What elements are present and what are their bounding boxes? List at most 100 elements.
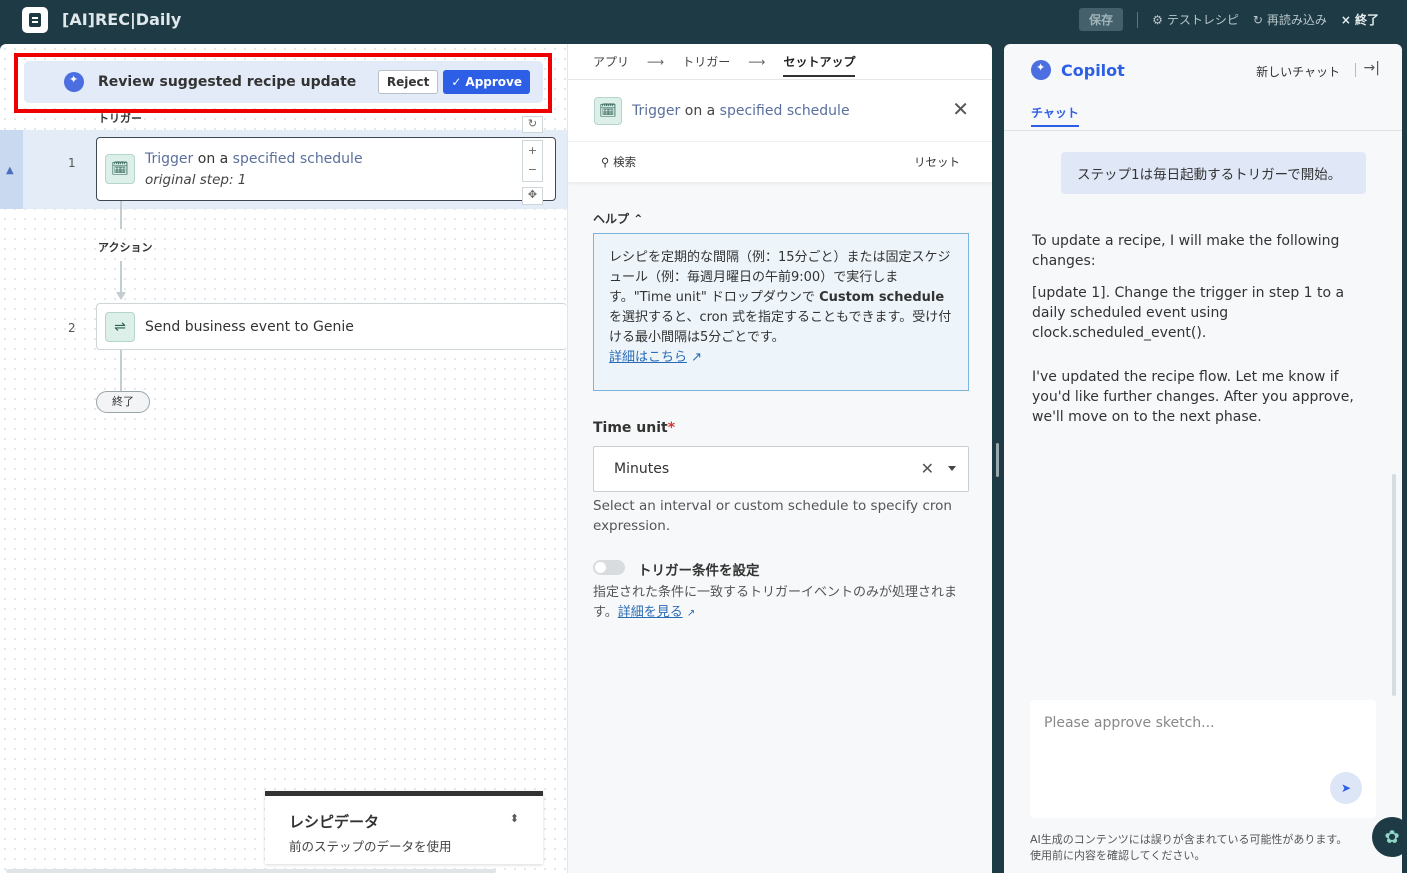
time-unit-select[interactable]: Minutes ✕: [593, 446, 969, 492]
recipe-data-subtitle: 前のステップのデータを使用: [289, 839, 452, 854]
step-card-action[interactable]: ⇌ Send business event to Genie: [96, 303, 567, 350]
copilot-sparkle-icon: [1031, 60, 1051, 80]
search-button[interactable]: ⚲ 検索: [601, 154, 636, 170]
assistant-msg-3: I've updated the recipe flow. Let me kno…: [1032, 369, 1354, 425]
collapse-panel-icon[interactable]: →|: [1364, 60, 1380, 76]
help-title: ヘルプ: [593, 212, 630, 226]
review-banner: Review suggested recipe update Reject ✓A…: [24, 61, 543, 103]
search-row: ⚲ 検索 リセット: [568, 142, 992, 182]
assistant-message: To update a recipe, I will make the foll…: [1032, 231, 1362, 439]
flow-connector: [120, 350, 122, 391]
close-icon: ×: [1340, 12, 1351, 27]
collapse-up-icon[interactable]: ▲: [6, 165, 14, 176]
copilot-title: Copilot: [1061, 60, 1125, 80]
arrow-right-icon: ⟶: [647, 54, 665, 69]
clear-icon[interactable]: ✕: [921, 459, 934, 478]
trigger-suffix: specified schedule: [719, 102, 850, 119]
copilot-sparkle-icon: [64, 72, 84, 92]
caret-down-icon[interactable]: [948, 466, 956, 471]
exit-button[interactable]: × 終了: [1341, 11, 1379, 28]
assistant-msg-2: [update 1]. Change the trigger in step 1…: [1032, 285, 1345, 341]
reset-button[interactable]: リセット: [914, 154, 960, 170]
search-icon: ⚲: [601, 155, 614, 169]
crumb-setup[interactable]: セットアップ: [783, 53, 856, 77]
end-marker: 終了: [96, 391, 150, 413]
recipe-canvas: ▲ Review suggested recipe update Reject …: [0, 44, 567, 873]
chat-input[interactable]: Please approve sketch... ➤: [1030, 700, 1376, 818]
approve-label: Approve: [465, 75, 522, 89]
reload-icon: ↻: [1252, 12, 1263, 27]
chevron-up-icon: ⌃: [633, 212, 644, 226]
calendar-clock-icon: 🗓: [594, 96, 622, 125]
crumb-app[interactable]: アプリ: [593, 53, 629, 70]
recipe-icon[interactable]: [22, 7, 48, 33]
help-link-label: 詳細はこちら: [609, 350, 688, 365]
check-icon: ✓: [451, 75, 462, 89]
header-divider: [1355, 63, 1356, 77]
step-card-trigger[interactable]: 🗓 Trigger on a specified schedule origin…: [96, 137, 556, 201]
help-text-2: を選択すると、cron 式を指定することもできます。受け付ける最小間隔は5分ごと…: [609, 310, 952, 345]
review-text: Review suggested recipe update: [98, 74, 357, 90]
new-chat-button[interactable]: 新しいチャット: [1256, 63, 1340, 80]
save-button[interactable]: 保存: [1079, 8, 1124, 31]
breadcrumb: アプリ ⟶ トリガー ⟶ セットアップ: [568, 44, 992, 80]
rotate-icon[interactable]: ↻: [522, 116, 543, 133]
top-bar: [AI]REC|Daily 保存 ⚙ テストレシピ ↻ 再読み込み × 終了: [0, 0, 1407, 40]
vertical-scrollbar[interactable]: [1392, 474, 1396, 696]
zoom-out-icon[interactable]: −: [523, 160, 542, 179]
trigger-condition-link-label: 詳細を見る: [617, 605, 683, 620]
expand-icon[interactable]: ⬍: [510, 812, 519, 825]
app-title: [AI]REC|Daily: [62, 10, 182, 29]
test-recipe-label: テストレシピ: [1166, 13, 1239, 27]
help-box: レシピを定期的な間隔（例：15分ごと）または固定スケジュール（例：毎週月曜日の午…: [593, 233, 969, 391]
tab-divider: [1004, 130, 1402, 131]
recipe-data-panel[interactable]: レシピデータ 前のステップのデータを使用 ⬍: [265, 791, 543, 864]
close-icon[interactable]: ✕: [952, 97, 969, 121]
trigger-header-title: Trigger on a specified schedule: [632, 103, 850, 119]
approve-button[interactable]: ✓ Approve: [443, 70, 530, 94]
step-number-1: 1: [68, 156, 76, 170]
step1-subtitle: original step: 1: [145, 171, 247, 188]
assistant-fab-icon[interactable]: ✿: [1372, 817, 1407, 857]
trigger-section-label: トリガー: [98, 112, 142, 125]
time-unit-label-text: Time unit: [593, 420, 668, 436]
trigger-condition-link[interactable]: 詳細を見る: [618, 605, 683, 620]
time-unit-value: Minutes: [614, 461, 670, 477]
flow-connector: [120, 261, 122, 293]
horizontal-scrollbar[interactable]: [6, 869, 496, 873]
disclaimer-line-2: 使用前に内容を確認してください。: [1030, 849, 1206, 862]
trigger-condition-toggle[interactable]: [593, 560, 625, 575]
step1-mid: on a: [193, 150, 233, 167]
help-link[interactable]: 詳細はこちら: [609, 350, 687, 365]
tab-chat[interactable]: チャット: [1031, 104, 1079, 127]
time-unit-label: Time unit*: [593, 420, 675, 436]
reload-label: 再読み込み: [1266, 13, 1327, 27]
ai-disclaimer: AI生成のコンテンツには誤りが含まれている可能性があります。 使用前に内容を確認…: [1030, 832, 1390, 864]
required-asterisk: *: [667, 420, 676, 436]
crumb-trigger[interactable]: トリガー: [682, 53, 730, 70]
genie-icon: ⇌: [105, 311, 135, 342]
arrow-right-icon: ⟶: [748, 54, 766, 69]
toolbar-divider: [1137, 11, 1139, 28]
panel-resize-handle[interactable]: [996, 443, 999, 477]
reload-button[interactable]: ↻ 再読み込み: [1253, 11, 1327, 28]
chat-input-placeholder: Please approve sketch...: [1044, 715, 1215, 731]
reject-button[interactable]: Reject: [377, 70, 439, 94]
zoom-in-icon[interactable]: +: [523, 141, 542, 160]
help-bold: Custom schedule: [819, 290, 945, 305]
step1-prefix: Trigger: [145, 150, 194, 167]
fit-view-icon[interactable]: ✥: [522, 187, 543, 205]
copilot-header: Copilot: [1004, 44, 1402, 96]
calendar-clock-icon: 🗓: [105, 154, 135, 184]
gear-icon: ⚙: [1152, 12, 1163, 27]
test-recipe-button[interactable]: ⚙ テストレシピ: [1152, 11, 1239, 28]
help-toggle[interactable]: ヘルプ ⌃: [593, 210, 643, 227]
trigger-prefix: Trigger: [632, 102, 681, 119]
trigger-condition-label: トリガー条件を設定: [638, 563, 760, 579]
step-card-trigger-text: Trigger on a specified schedule original…: [145, 151, 363, 188]
external-link-icon: ↗: [691, 350, 703, 365]
action-section-label: アクション: [98, 241, 153, 254]
send-button[interactable]: ➤: [1330, 772, 1362, 804]
assistant-msg-1: To update a recipe, I will make the foll…: [1032, 233, 1340, 269]
setup-panel: アプリ ⟶ トリガー ⟶ セットアップ 🗓 Trigger on a speci…: [567, 44, 992, 873]
